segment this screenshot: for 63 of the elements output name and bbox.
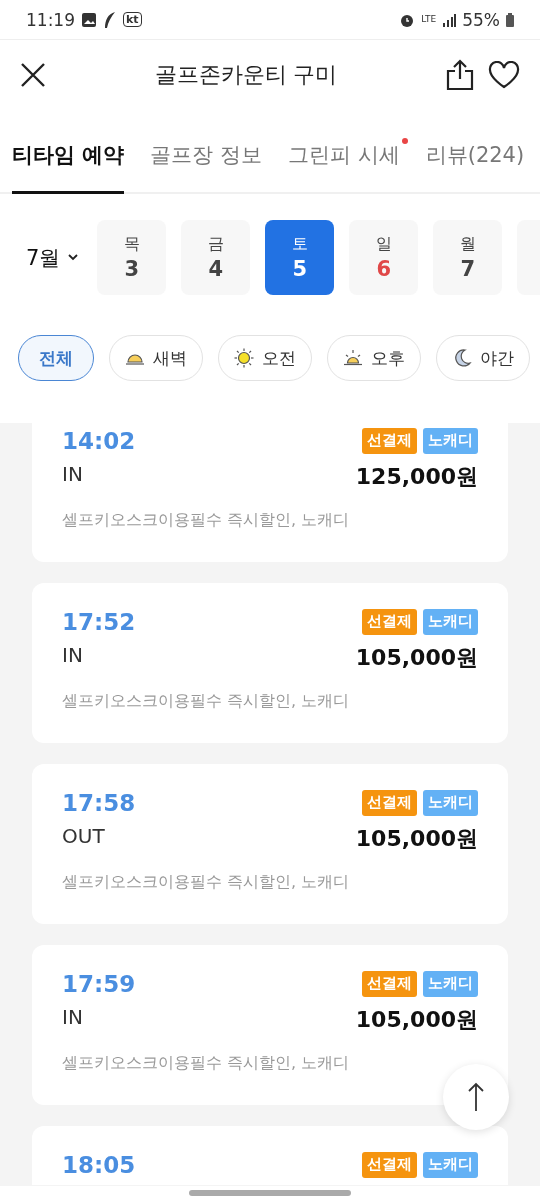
filter-chip[interactable]: 새벽 (109, 335, 203, 381)
filter-chip[interactable]: 전체 (18, 335, 94, 381)
tag: 선결제 (362, 971, 417, 997)
tag: 선결제 (362, 790, 417, 816)
price: 125,000원 (355, 463, 478, 491)
feather-icon (103, 10, 117, 29)
tag: 선결제 (362, 609, 417, 635)
teetime-card[interactable]: 17:52 선결제 노캐디 IN 105,000원 셀프키오스크이용필수 즉시할인, 노캐디 (32, 583, 508, 743)
tag: 노캐디 (423, 971, 478, 997)
date-card[interactable]: 목 3 (97, 220, 167, 295)
tab[interactable]: 티타임 예약 (12, 140, 125, 194)
date-card[interactable]: 일 6 (349, 220, 419, 295)
date-card[interactable]: 월 7 (433, 220, 503, 295)
moon-icon (452, 348, 472, 368)
note: 셀프키오스크이용필수 즉시할인, 노캐디 (62, 691, 351, 712)
tee-time: 18:05 (62, 1152, 137, 1178)
tee-time: 17:52 (62, 609, 137, 635)
tag: 노캐디 (423, 790, 478, 816)
teetime-card[interactable]: 17:58 선결제 노캐디 OUT 105,000원 셀프키오스크이용필수 즉시할인, 노캐디 (32, 764, 508, 924)
date-card[interactable]: 금 4 (181, 220, 251, 295)
network-label: LTE (421, 15, 437, 24)
tab[interactable]: 리뷰(224) (425, 140, 525, 194)
clock: 11:19 (26, 9, 75, 30)
close-icon[interactable] (20, 62, 46, 88)
battery-level: 55% (462, 9, 500, 30)
sun-icon (234, 348, 254, 368)
course-label: OUT (62, 824, 106, 850)
teetime-card[interactable]: 17:59 선결제 노캐디 IN 105,000원 셀프키오스크이용필수 즉시할인, 노캐디 (32, 945, 508, 1105)
page-title: 골프존카운티 구미 (153, 61, 339, 89)
tab[interactable]: 골프장 정보 (150, 140, 262, 194)
note: 셀프키오스크이용필수 즉시할인, 노캐디 (62, 872, 351, 893)
share-icon[interactable] (446, 59, 474, 91)
arrow-up-icon (467, 1082, 485, 1112)
filter-chip[interactable]: 오후 (327, 335, 421, 381)
tag: 노캐디 (423, 609, 478, 635)
course-label: IN (62, 1005, 84, 1031)
tee-time: 17:59 (62, 971, 137, 997)
price: 105,000원 (355, 825, 478, 853)
price: 105,000원 (355, 644, 478, 672)
tag: 노캐디 (423, 1152, 478, 1178)
chevron-down-icon (68, 254, 79, 261)
battery-icon (506, 12, 514, 27)
course-label: IN (62, 643, 84, 669)
tee-time: 17:58 (62, 790, 137, 816)
signal-icon (442, 12, 457, 27)
course-label: IN (62, 462, 84, 488)
teetime-card[interactable]: 14:02 선결제 노캐디 IN 125,000원 셀프키오스크이용필수 즉시할인, 노캐디 (32, 423, 508, 562)
image-icon (81, 11, 97, 28)
filter-chip[interactable]: 야간 (436, 335, 530, 381)
tag: 선결제 (362, 1152, 417, 1178)
price: 105,000원 (355, 1006, 478, 1034)
heart-icon[interactable] (488, 61, 520, 89)
tee-time: 14:02 (62, 428, 137, 454)
tag: 선결제 (362, 428, 417, 454)
carrier-label: kt (123, 12, 142, 27)
tag: 노캐디 (423, 428, 478, 454)
filter-chip[interactable]: 오전 (218, 335, 312, 381)
month-selector[interactable]: 7월 (26, 243, 79, 272)
sunset-icon (343, 349, 363, 367)
note: 셀프키오스크이용필수 즉시할인, 노캐디 (62, 1053, 351, 1074)
tab[interactable]: 그린피 시세 (288, 140, 400, 194)
date-card[interactable]: 토 5 (265, 220, 335, 295)
note: 셀프키오스크이용필수 즉시할인, 노캐디 (62, 510, 351, 531)
